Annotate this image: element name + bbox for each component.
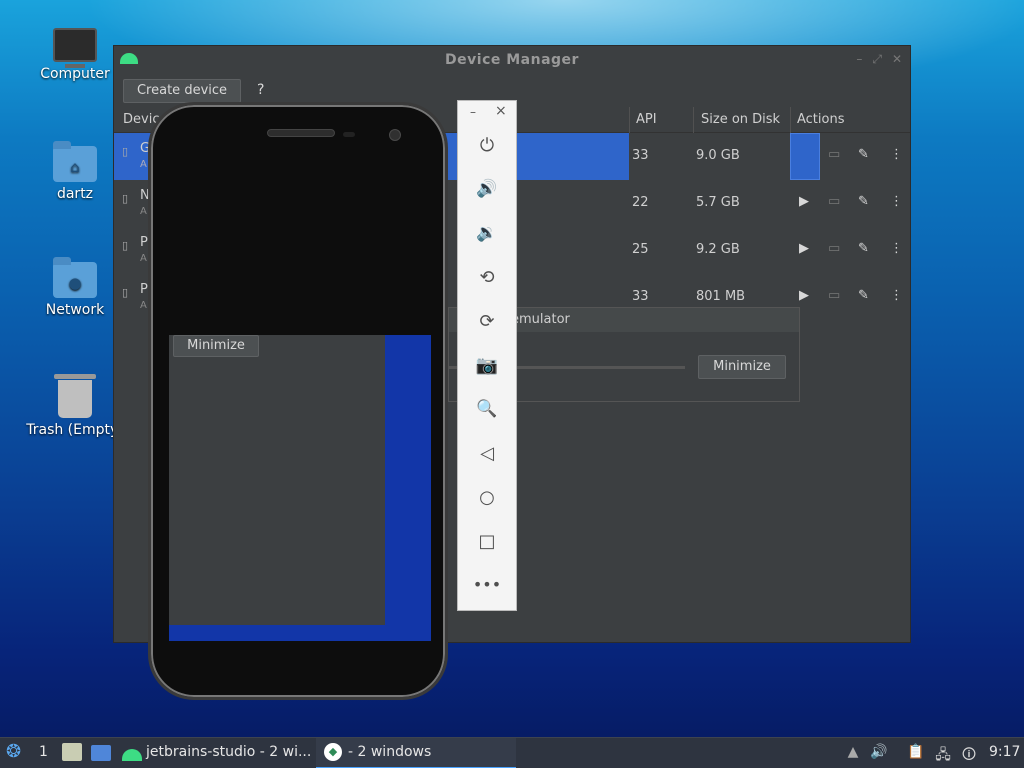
device-name: P: [140, 235, 148, 250]
task-emulator[interactable]: ◆ - 2 windows: [316, 738, 516, 768]
api-level: 33: [632, 289, 649, 304]
network-folder-icon: ●: [53, 257, 97, 298]
api-level: 33: [632, 148, 649, 163]
back-icon[interactable]: ◁: [458, 443, 516, 464]
desktop-icon-trash[interactable]: Trash (Empty): [25, 374, 125, 438]
desktop-icon-computer[interactable]: Computer: [25, 22, 125, 82]
disk-size: 5.7 GB: [696, 195, 740, 210]
more-actions-icon[interactable]: ⋮: [890, 241, 903, 256]
network-icon[interactable]: 🖧: [934, 744, 952, 763]
rotate-right-icon[interactable]: ⟳: [458, 311, 516, 332]
rotate-left-icon[interactable]: ⟲: [458, 267, 516, 288]
column-actions: Actions: [797, 112, 845, 127]
emulator-toolbar: – × ⏻ 🔊 🔉 ⟲ ⟳ 📷 🔍 ◁ ○ □ •••: [457, 100, 517, 611]
play-icon[interactable]: ▶: [799, 194, 809, 209]
folder-icon[interactable]: ▭: [828, 288, 840, 303]
device-subtitle: A: [140, 253, 147, 264]
device-subtitle: A: [140, 206, 147, 217]
power-icon[interactable]: ⏻: [458, 135, 516, 156]
more-icon[interactable]: •••: [458, 575, 516, 594]
api-level: 25: [632, 242, 649, 257]
window-title: Device Manager: [445, 52, 579, 68]
camera-icon[interactable]: 📷: [458, 355, 516, 376]
android-studio-icon: [122, 747, 142, 763]
more-actions-icon[interactable]: ⋮: [890, 147, 903, 162]
front-camera: [389, 129, 401, 141]
overview-icon[interactable]: □: [458, 531, 516, 552]
dialog-title: emulator: [511, 312, 570, 327]
column-api[interactable]: API: [636, 112, 657, 127]
screen-minimize-button[interactable]: Minimize: [173, 335, 259, 357]
trash-icon: [54, 374, 96, 418]
disk-size: 9.0 GB: [696, 148, 740, 163]
task-jetbrains-studio[interactable]: jetbrains-studio - 2 wi...: [118, 738, 314, 768]
device-name: P: [140, 282, 148, 297]
create-device-button[interactable]: Create device: [123, 79, 241, 103]
taskbar: ❂ 1 jetbrains-studio - 2 wi... ◆ - 2 win…: [0, 737, 1024, 768]
toolbar-close-button[interactable]: ×: [495, 103, 507, 119]
device-subtitle: A: [140, 300, 147, 311]
file-manager-icon[interactable]: [62, 743, 82, 761]
earpiece: [267, 129, 335, 137]
task-label: jetbrains-studio - 2 wi...: [146, 744, 312, 760]
edit-icon[interactable]: ✎: [858, 194, 869, 209]
folder-icon[interactable]: ▭: [828, 194, 840, 209]
toolbar-minimize-button[interactable]: –: [470, 105, 476, 119]
volume-down-icon[interactable]: 🔉: [458, 223, 516, 243]
phone-device-icon: ▯: [122, 239, 129, 252]
launch-button[interactable]: [790, 133, 820, 180]
emulator-icon: ◆: [324, 743, 342, 761]
desktop-icon-network[interactable]: ● Network: [25, 257, 125, 318]
desktop-icon-label: dartz: [56, 186, 94, 202]
minimize-button[interactable]: Minimize: [698, 355, 786, 379]
desktop-icon-label: Trash (Empty): [26, 422, 124, 438]
phone-screen[interactable]: Minimize: [169, 335, 431, 641]
edit-icon[interactable]: ✎: [858, 147, 869, 162]
phone-device-icon: ▯: [122, 145, 129, 158]
folder-icon[interactable]: ▭: [828, 241, 840, 256]
window-titlebar[interactable]: Device Manager – ⤢ ✕: [114, 46, 910, 76]
disk-size: 801 MB: [696, 289, 746, 304]
desktop-icon-home[interactable]: ⌂ dartz: [25, 141, 125, 202]
screen-window: Minimize: [169, 335, 385, 625]
disk-size: 9.2 GB: [696, 242, 740, 257]
desktop-icon-label: Network: [45, 302, 105, 318]
clock[interactable]: 9:17: [989, 744, 1020, 760]
more-actions-icon[interactable]: ⋮: [890, 194, 903, 209]
volume-icon[interactable]: 🔊: [870, 744, 888, 762]
column-size[interactable]: Size on Disk: [701, 112, 780, 127]
volume-up-icon[interactable]: 🔊: [458, 179, 516, 199]
start-menu-icon[interactable]: ❂: [6, 741, 21, 762]
edit-icon[interactable]: ✎: [858, 288, 869, 303]
maximize-window-icon[interactable]: ⤢: [872, 52, 882, 66]
close-window-icon[interactable]: ✕: [892, 52, 902, 66]
desktop-icon-label: Computer: [40, 66, 110, 82]
clipboard-icon[interactable]: 📋: [907, 744, 925, 762]
api-level: 22: [632, 195, 649, 210]
help-button[interactable]: ?: [257, 82, 264, 98]
emulator-phone-frame: Minimize: [148, 102, 448, 700]
play-icon[interactable]: ▶: [799, 288, 809, 303]
proximity-sensor: [343, 132, 355, 137]
play-icon[interactable]: ▶: [799, 241, 809, 256]
window-controls: – ⤢ ✕: [846, 52, 902, 67]
task-label: - 2 windows: [348, 744, 432, 760]
notification-icon[interactable]: 🛈: [960, 744, 978, 763]
folder-icon[interactable]: ▭: [828, 147, 840, 162]
show-desktop-icon[interactable]: [91, 745, 111, 761]
more-actions-icon[interactable]: ⋮: [890, 288, 903, 303]
workspace-switcher[interactable]: 1: [39, 744, 48, 760]
home-icon[interactable]: ○: [458, 487, 516, 508]
edit-icon[interactable]: ✎: [858, 241, 869, 256]
zoom-icon[interactable]: 🔍: [458, 399, 516, 419]
home-folder-icon: ⌂: [53, 141, 97, 182]
minimize-window-icon[interactable]: –: [856, 52, 862, 66]
phone-device-icon: ▯: [122, 286, 129, 299]
computer-icon: [53, 28, 97, 68]
phone-device-icon: ▯: [122, 192, 129, 205]
tray-up-arrow-icon[interactable]: ▲: [844, 744, 862, 762]
device-subtitle: A: [140, 159, 147, 170]
